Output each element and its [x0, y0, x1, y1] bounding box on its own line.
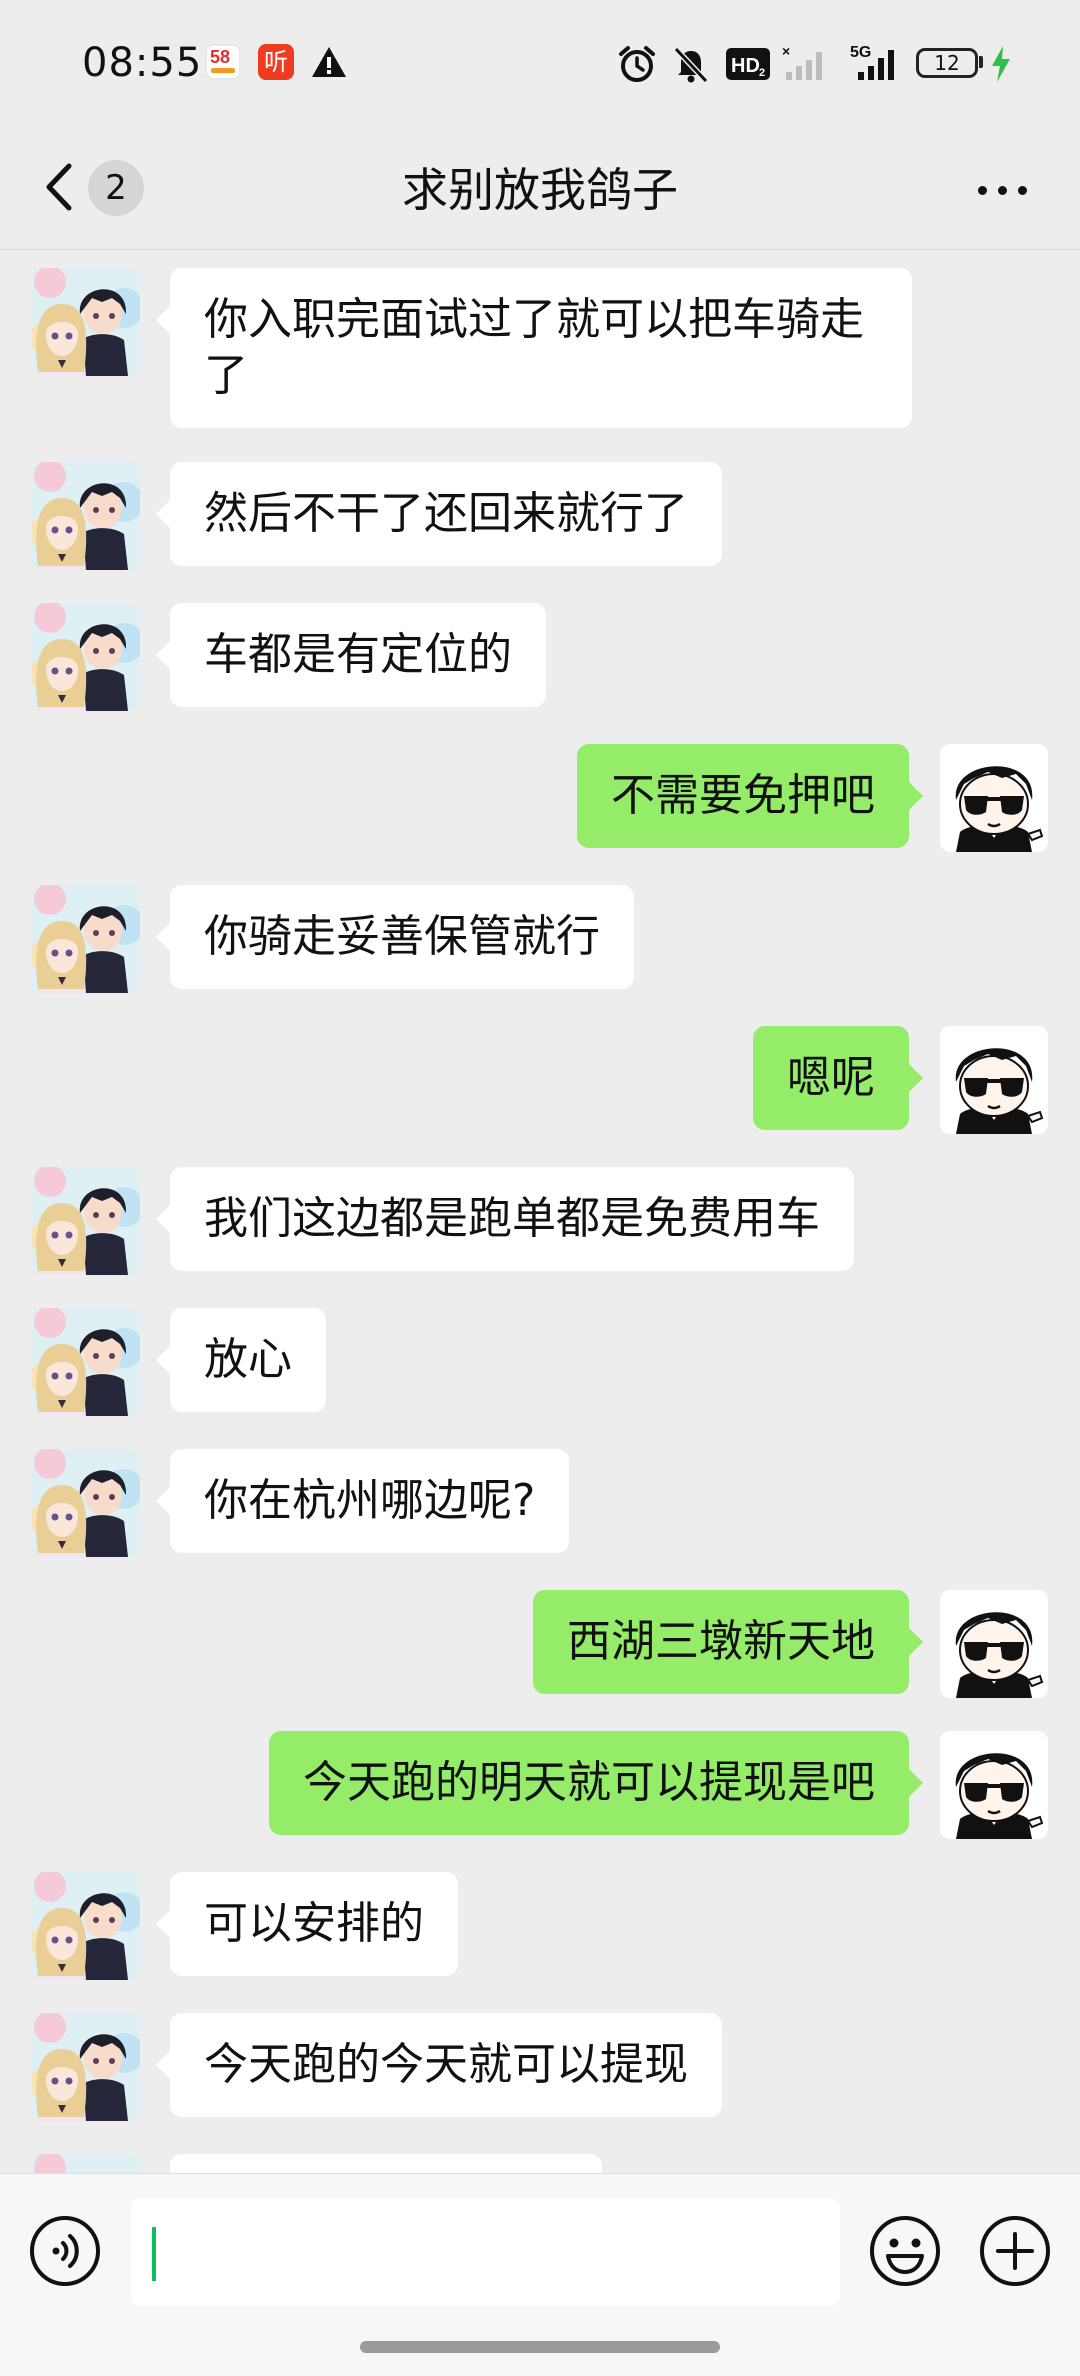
message-bubble[interactable]: 然后不干了还回来就行了: [156, 462, 722, 566]
warning-icon: [310, 45, 348, 79]
message-bubble[interactable]: 不需要免押吧: [577, 744, 923, 848]
emoji-button[interactable]: [868, 2214, 942, 2288]
contact-avatar[interactable]: [32, 2013, 140, 2121]
alarm-icon: [617, 44, 657, 84]
message-bubble[interactable]: [170, 2154, 602, 2173]
contact-avatar[interactable]: [32, 462, 140, 570]
back-button[interactable]: 2: [36, 152, 156, 224]
my-avatar[interactable]: [940, 1026, 1048, 1134]
status-time: 08:55: [82, 40, 203, 86]
contact-avatar[interactable]: [32, 603, 140, 711]
anime-couple-avatar-icon: [32, 2154, 140, 2173]
chat-input-bar: [0, 2173, 1080, 2376]
hd-voice-icon: HD 2: [726, 48, 770, 80]
message-bubble[interactable]: 今天跑的今天就可以提现: [156, 2013, 722, 2117]
svg-text:×: ×: [782, 44, 790, 59]
contact-avatar[interactable]: [32, 2154, 140, 2173]
chat-header: 2 求别放我鸽子: [0, 130, 1080, 250]
contact-avatar[interactable]: [32, 1449, 140, 1557]
message-bubble[interactable]: 嗯呢: [753, 1026, 923, 1130]
chat-title: 求别放我鸽子: [402, 163, 678, 217]
voice-button[interactable]: [28, 2214, 102, 2288]
anime-couple-avatar-icon: [32, 885, 140, 993]
chevron-left-icon: [46, 163, 72, 211]
signal-5g-icon: 5G: [850, 42, 906, 84]
my-avatar[interactable]: [940, 744, 1048, 852]
my-avatar[interactable]: [940, 1731, 1048, 1839]
contact-avatar[interactable]: [32, 1872, 140, 1980]
anime-couple-avatar-icon: [32, 603, 140, 711]
app-58-notification-icon: 58: [205, 44, 241, 80]
anime-couple-avatar-icon: [32, 1872, 140, 1980]
sunglasses-boy-avatar-icon: [940, 1026, 1048, 1134]
message-bubble[interactable]: 可以安排的: [156, 1872, 458, 1976]
mute-bell-icon: [671, 44, 711, 84]
message-bubble[interactable]: 你骑走妥善保管就行: [156, 885, 634, 989]
contact-avatar[interactable]: [32, 885, 140, 993]
more-dots-icon: [978, 186, 987, 195]
more-button[interactable]: [968, 170, 1038, 210]
home-indicator[interactable]: [360, 2341, 720, 2353]
emoji-icon: [870, 2216, 940, 2286]
anime-couple-avatar-icon: [32, 1167, 140, 1275]
message-input[interactable]: [131, 2198, 840, 2306]
sunglasses-boy-avatar-icon: [940, 1731, 1048, 1839]
message-bubble[interactable]: 今天跑的明天就可以提现是吧: [269, 1731, 923, 1835]
battery-indicator: 12: [916, 48, 978, 78]
text-cursor: [152, 2227, 156, 2281]
anime-couple-avatar-icon: [32, 462, 140, 570]
anime-couple-avatar-icon: [32, 1449, 140, 1557]
sunglasses-boy-avatar-icon: [940, 1590, 1048, 1698]
sunglasses-boy-avatar-icon: [940, 744, 1048, 852]
plus-icon: [980, 2216, 1050, 2286]
message-bubble[interactable]: 西湖三墩新天地: [533, 1590, 923, 1694]
app-ting-notification-icon: 听: [258, 44, 294, 80]
message-bubble[interactable]: 放心: [156, 1308, 326, 1412]
message-bubble[interactable]: 车都是有定位的: [156, 603, 546, 707]
message-bubble[interactable]: 你入职完面试过了就可以把车骑走了: [156, 268, 912, 428]
contact-avatar[interactable]: [32, 268, 140, 376]
svg-text:HD: HD: [731, 55, 760, 77]
voice-icon: [30, 2216, 100, 2286]
contact-avatar[interactable]: [32, 1308, 140, 1416]
signal-sim1-icon: ×: [782, 44, 828, 84]
contact-avatar[interactable]: [32, 1167, 140, 1275]
anime-couple-avatar-icon: [32, 2013, 140, 2121]
message-bubble[interactable]: 你在杭州哪边呢?: [155, 1449, 570, 1553]
anime-couple-avatar-icon: [32, 1308, 140, 1416]
svg-text:5G: 5G: [850, 44, 871, 61]
message-bubble[interactable]: 我们这边都是跑单都是免费用车: [156, 1167, 854, 1271]
message-list[interactable]: 你入职完面试过了就可以把车骑走了 然后不干了还回来就行了 车都是有定位的 不需要…: [0, 250, 1080, 2173]
charging-bolt-icon: [990, 46, 1012, 82]
svg-text:2: 2: [759, 67, 765, 79]
anime-couple-avatar-icon: [32, 268, 140, 376]
my-avatar[interactable]: [940, 1590, 1048, 1698]
more-actions-button[interactable]: [978, 2214, 1052, 2288]
unread-count-badge: 2: [88, 160, 144, 216]
battery-tip: [979, 56, 983, 68]
status-bar: 08:55 58 听 HD 2 × 5G 12: [0, 0, 1080, 130]
